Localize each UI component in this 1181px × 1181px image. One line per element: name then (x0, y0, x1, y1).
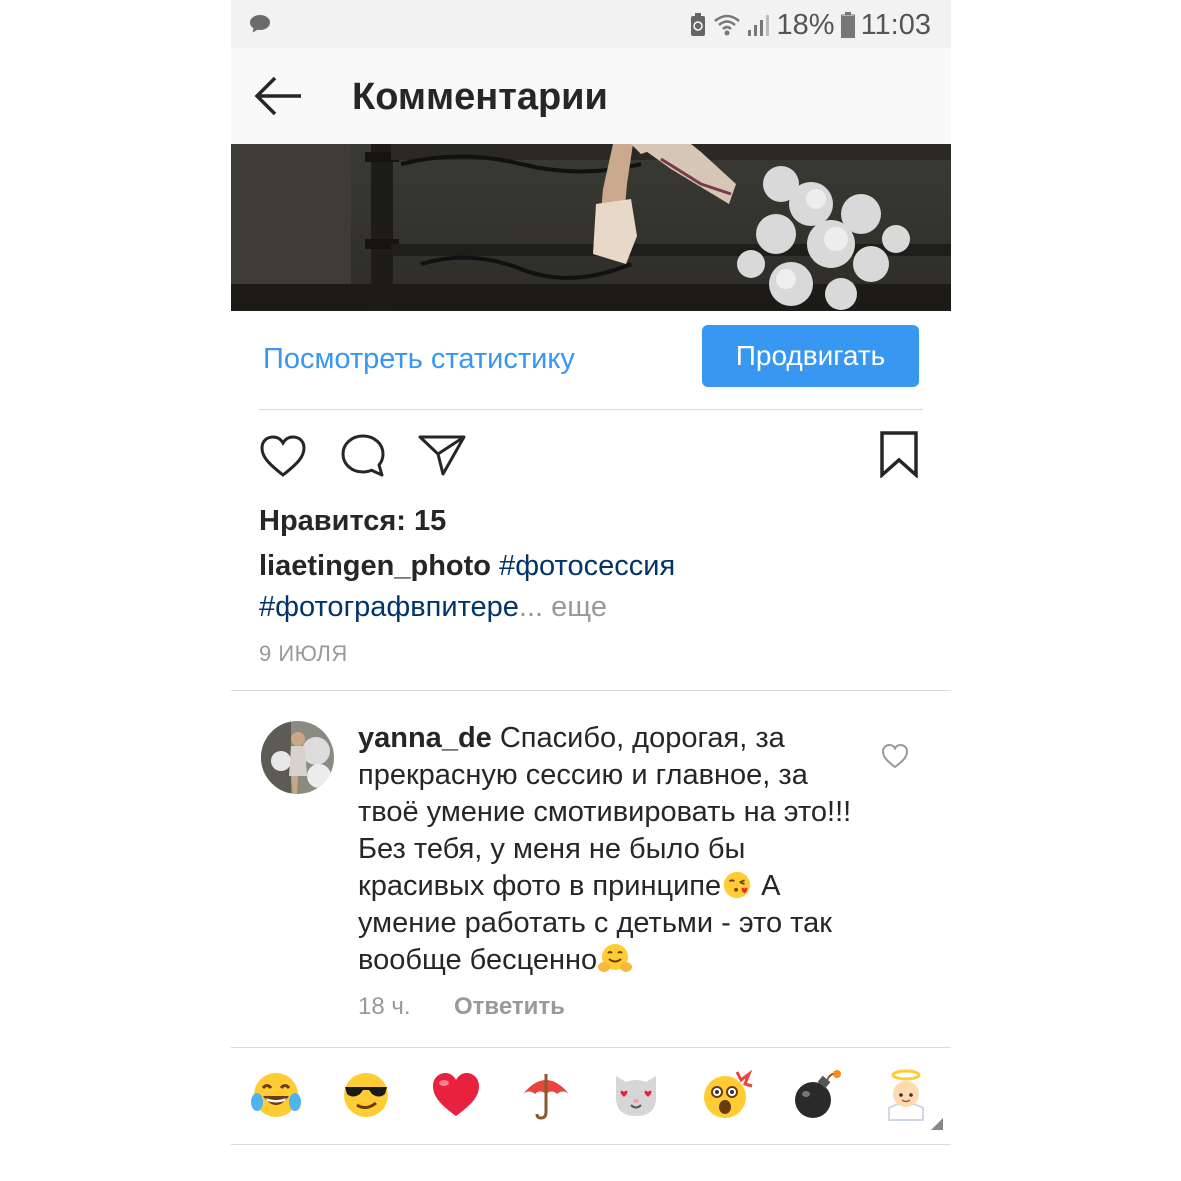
umbrella-emoji[interactable] (519, 1068, 573, 1122)
caption-more-link[interactable]: еще (551, 591, 607, 623)
top-app-bar: Комментарии (231, 48, 951, 144)
reply-button[interactable]: Ответить (454, 992, 565, 1022)
hashtag-link[interactable]: #фотографвпитере (259, 591, 519, 623)
status-bar: 18% 11:03 (231, 0, 951, 48)
save-bookmark-icon[interactable] (879, 430, 919, 478)
comment-timestamp: 18 ч. (358, 993, 411, 1020)
post-date: 9 ИЮЛЯ (259, 641, 348, 666)
heart-eyes-cat-emoji[interactable] (609, 1068, 663, 1122)
page-title: Комментарии (352, 76, 608, 118)
promote-button[interactable]: Продвигать (702, 325, 919, 387)
battery-percent: 18% (776, 9, 835, 41)
recycle-battery-saver-icon (690, 13, 705, 36)
caption-ellipsis: ... (518, 591, 544, 623)
view-insights-link[interactable]: Посмотреть статистику (263, 340, 575, 378)
face-blowing-kiss-emoji (723, 871, 751, 899)
instagram-comments-screen: 18% 11:03 Комментарии Посмотреть статист… (231, 0, 951, 1181)
comment-username[interactable]: yanna_de (358, 722, 492, 754)
battery-icon (840, 12, 855, 38)
angel-emoji[interactable] (879, 1068, 933, 1122)
wifi-icon (713, 14, 740, 36)
divider (231, 690, 951, 691)
divider (231, 1144, 951, 1145)
comment-like-heart-icon[interactable] (881, 743, 909, 769)
hugging-face-emoji (598, 944, 633, 972)
share-send-icon[interactable] (417, 432, 467, 476)
back-arrow-icon[interactable] (253, 74, 303, 118)
emoji-quick-bar (231, 1048, 951, 1144)
caption-username[interactable]: liaetingen_photo (259, 550, 491, 582)
tears-of-joy-emoji[interactable] (249, 1068, 303, 1122)
exploding-head-emoji[interactable] (699, 1068, 753, 1122)
likes-count[interactable]: Нравится: 15 (259, 503, 446, 539)
signal-icon (747, 15, 769, 36)
like-heart-icon[interactable] (259, 434, 307, 478)
post-caption: liaetingen_photo #фотосессия #фотографвп… (259, 546, 899, 628)
divider (259, 409, 923, 410)
post-photo[interactable] (231, 144, 951, 311)
comment-body: yanna_de Спасибо, дорогая, за прекрасную… (358, 720, 868, 979)
hashtag-link[interactable]: #фотосессия (499, 550, 675, 582)
bomb-emoji[interactable] (789, 1068, 843, 1122)
sunglasses-emoji[interactable] (339, 1068, 393, 1122)
red-heart-emoji[interactable] (429, 1068, 483, 1122)
comment-bubble-icon[interactable] (339, 432, 387, 478)
avatar[interactable] (261, 721, 334, 794)
clock: 11:03 (860, 9, 931, 41)
message-notification-icon (250, 15, 270, 33)
resize-handle-icon[interactable] (931, 1118, 943, 1130)
status-indicators: 18% 11:03 (689, 8, 931, 42)
